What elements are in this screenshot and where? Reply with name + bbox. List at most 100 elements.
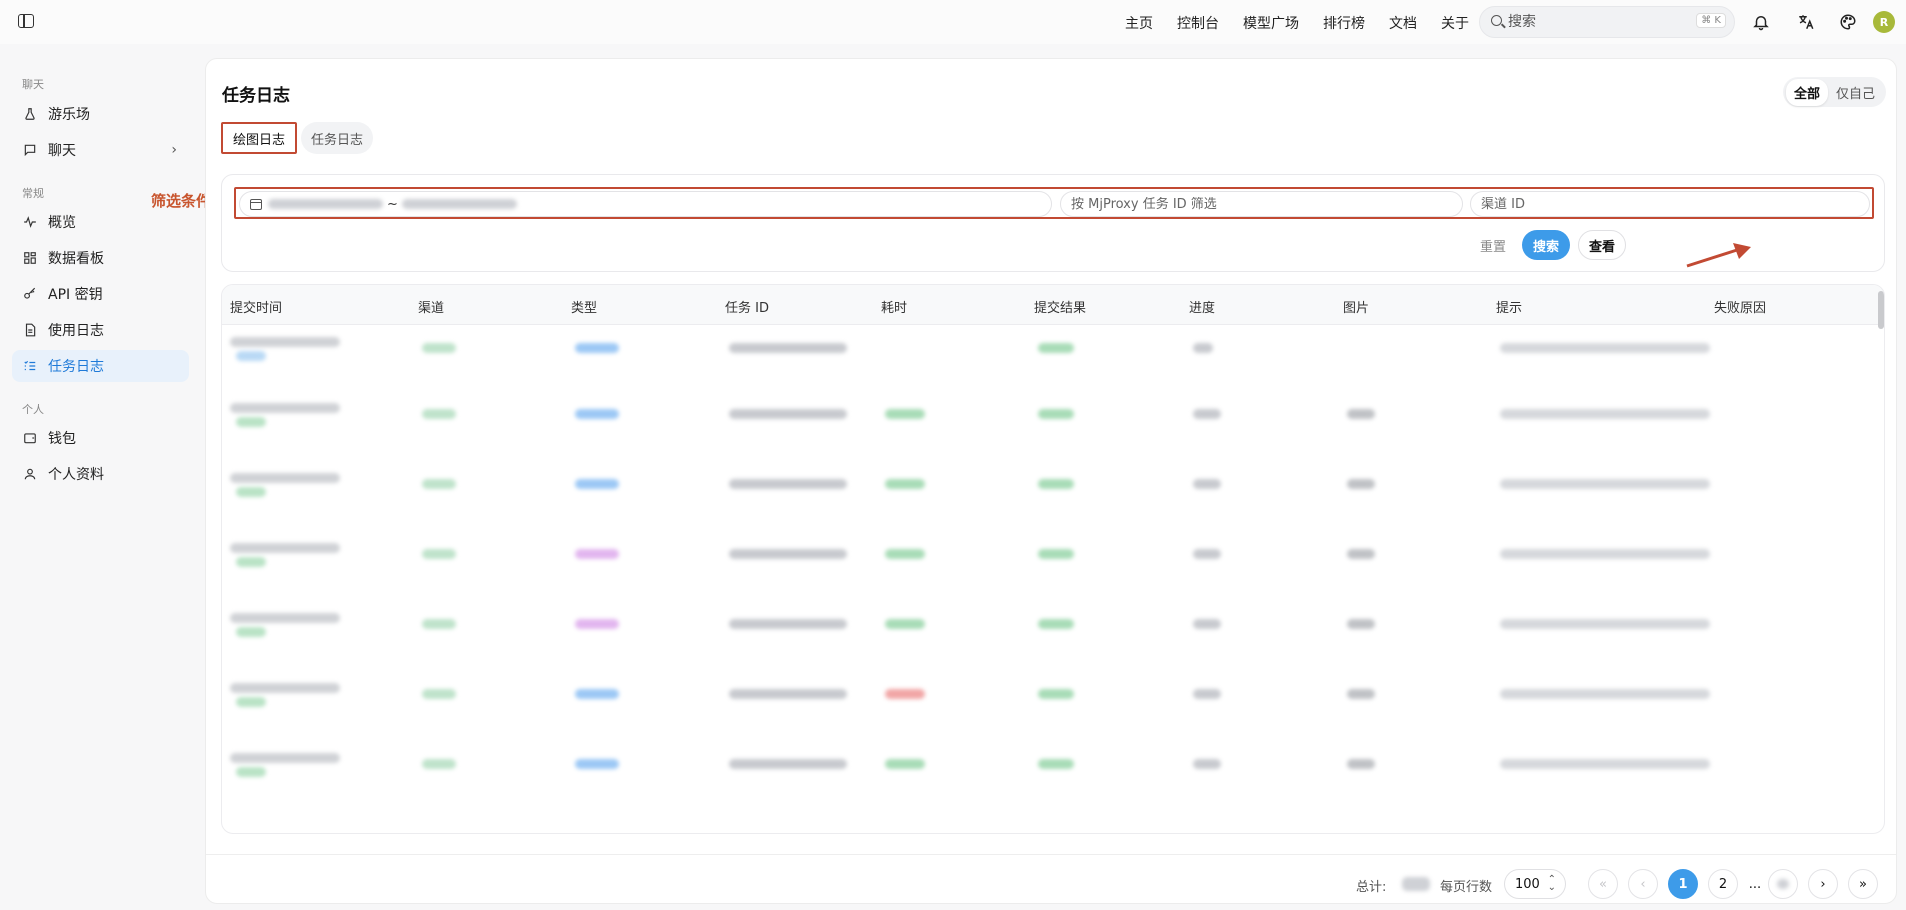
table-scrollbar[interactable] — [1878, 291, 1884, 329]
column-header[interactable]: 图片 — [1343, 297, 1369, 316]
sidebar-section-personal: 个人 — [22, 403, 44, 416]
translate-icon[interactable] — [1795, 11, 1817, 33]
table-cell — [1193, 409, 1221, 419]
chevron-up-down-icon: ⌃ ⌄ — [1547, 874, 1556, 893]
table-row[interactable] — [222, 399, 1884, 469]
sidebar-toggle-icon[interactable] — [18, 14, 34, 28]
pagination-ellipsis: ... — [1748, 876, 1762, 892]
nav-home[interactable]: 主页 — [1125, 13, 1153, 33]
wallet-icon — [22, 430, 38, 446]
sidebar-item-task-logs[interactable]: 任务日志 — [12, 350, 189, 382]
palette-icon[interactable] — [1837, 11, 1859, 33]
table-row[interactable] — [222, 609, 1884, 679]
column-header[interactable]: 失败原因 — [1714, 297, 1766, 316]
table-cell — [729, 479, 847, 489]
sidebar-item-usage-logs[interactable]: 使用日志 — [12, 314, 189, 346]
sidebar-section-general: 常规 — [22, 187, 44, 200]
column-header[interactable]: 进度 — [1189, 297, 1215, 316]
channel-id-input[interactable] — [1481, 196, 1869, 212]
sidebar-item-wallet[interactable]: 钱包 — [12, 422, 189, 454]
nav-about[interactable]: 关于 — [1441, 13, 1469, 33]
scope-all[interactable]: 全部 — [1785, 78, 1828, 106]
table-cell — [575, 409, 619, 419]
pagination-bar: 总计: 每页行数 100 ⌃ ⌄ « ‹ 1 2 ... › » — [206, 854, 1896, 904]
flask-icon — [22, 106, 38, 122]
table-cell — [230, 403, 340, 413]
nav-console[interactable]: 控制台 — [1177, 13, 1219, 33]
end-date-value — [401, 199, 517, 209]
table-cell — [729, 619, 847, 629]
column-header[interactable]: 提示 — [1496, 297, 1522, 316]
table-row[interactable] — [222, 539, 1884, 609]
page-2-button[interactable]: 2 — [1708, 869, 1738, 899]
sidebar-item-label: 钱包 — [48, 431, 76, 447]
scope-toggle: 全部 仅自己 — [1782, 77, 1886, 107]
table-cell — [230, 473, 340, 483]
nav-docs[interactable]: 文档 — [1389, 13, 1417, 33]
sidebar-item-api-keys[interactable]: API 密钥 — [12, 278, 189, 310]
table-cell — [422, 759, 456, 769]
sidebar-item-label: 使用日志 — [48, 323, 104, 339]
table-cell — [1347, 759, 1375, 769]
table-cell — [1193, 689, 1221, 699]
prev-page-icon[interactable]: ‹ — [1628, 869, 1658, 899]
table-cell — [729, 343, 847, 353]
table-header: 提交时间 渠道 类型 任务 ID 耗时 提交结果 进度 图片 提示 失败原因 — [222, 285, 1884, 325]
sidebar-item-label: API 密钥 — [48, 287, 103, 303]
column-header[interactable]: 渠道 — [418, 297, 444, 316]
annotation-filter-label: 筛选条件 — [151, 192, 212, 210]
scope-self[interactable]: 仅自己 — [1828, 79, 1883, 106]
sidebar-item-chat[interactable]: 聊天 › — [12, 134, 189, 166]
first-page-icon[interactable]: « — [1588, 869, 1618, 899]
view-button[interactable]: 查看 — [1578, 230, 1626, 260]
sidebar-item-label: 游乐场 — [48, 107, 90, 123]
page-size-select[interactable]: 100 ⌃ ⌄ — [1504, 869, 1566, 899]
table-cell — [1500, 343, 1710, 353]
sidebar-item-playground[interactable]: 游乐场 — [12, 98, 189, 130]
sidebar-item-dashboard[interactable]: 数据看板 — [12, 242, 189, 274]
table-cell — [422, 619, 456, 629]
table-cell — [1500, 409, 1710, 419]
user-icon — [22, 466, 38, 482]
next-page-icon[interactable]: › — [1808, 869, 1838, 899]
table-cell — [422, 549, 456, 559]
table-cell — [1038, 549, 1074, 559]
reset-button[interactable]: 重置 — [1472, 230, 1514, 260]
column-header[interactable]: 提交时间 — [230, 297, 282, 316]
table-row[interactable] — [222, 469, 1884, 539]
avatar[interactable]: R — [1873, 11, 1895, 33]
last-page-icon[interactable]: » — [1848, 869, 1878, 899]
column-header[interactable]: 耗时 — [881, 297, 907, 316]
table-row[interactable] — [222, 333, 1884, 403]
table-cell — [729, 689, 847, 699]
per-page-label: 每页行数 — [1440, 880, 1493, 895]
page-1-button[interactable]: 1 — [1668, 869, 1698, 899]
table-cell — [575, 549, 619, 559]
channel-id-filter[interactable] — [1470, 191, 1870, 217]
sidebar-item-profile[interactable]: 个人资料 — [12, 458, 189, 490]
task-id-input[interactable] — [1071, 196, 1462, 212]
filter-card: ~ 重置 搜索 查看 — [221, 174, 1885, 272]
last-page-button[interactable] — [1768, 869, 1798, 899]
search-button[interactable]: 搜索 — [1522, 230, 1570, 260]
table-row[interactable] — [222, 749, 1884, 819]
tab-task-logs[interactable]: 任务日志 — [301, 122, 374, 154]
bell-icon[interactable] — [1750, 11, 1772, 33]
table-cell — [230, 543, 340, 553]
column-header[interactable]: 类型 — [571, 297, 597, 316]
column-header[interactable]: 任务 ID — [725, 297, 769, 316]
date-range-picker[interactable]: ~ — [239, 191, 1052, 217]
table-cell — [1038, 409, 1074, 419]
table-row[interactable] — [222, 679, 1884, 749]
tab-drawing-logs[interactable]: 绘图日志 — [221, 122, 298, 154]
sidebar-item-label: 任务日志 — [48, 359, 104, 375]
search-input[interactable] — [1508, 12, 1688, 32]
nav-leaderboard[interactable]: 排行榜 — [1323, 13, 1365, 33]
table-cell — [885, 619, 925, 629]
global-search[interactable]: ⌘ K — [1479, 6, 1735, 38]
task-log-table: 提交时间 渠道 类型 任务 ID 耗时 提交结果 进度 图片 提示 失败原因 — [221, 284, 1885, 834]
column-header[interactable]: 提交结果 — [1034, 297, 1086, 316]
nav-model-square[interactable]: 模型广场 — [1243, 13, 1299, 33]
task-id-filter[interactable] — [1060, 191, 1463, 217]
table-cell — [1500, 479, 1710, 489]
